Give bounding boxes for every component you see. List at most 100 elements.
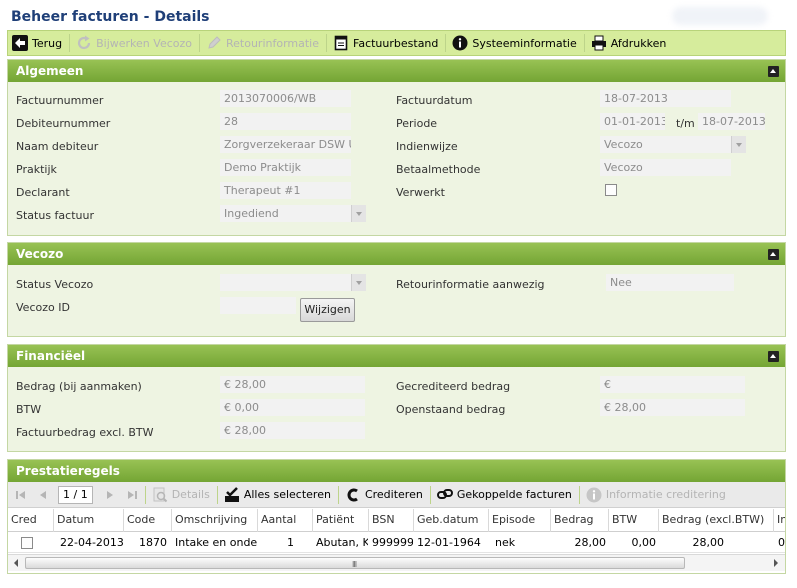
column-header[interactable]: Omschrijving bbox=[171, 509, 257, 532]
details-label: Details bbox=[171, 488, 210, 501]
collapse-icon[interactable] bbox=[768, 249, 779, 260]
informatie-creditering-button[interactable]: Informatie creditering bbox=[582, 483, 731, 507]
table-row[interactable]: 22-04-2013 1870 Intake en onderz 1 Abuta… bbox=[8, 533, 785, 553]
info-icon bbox=[586, 487, 602, 503]
credit-icon bbox=[345, 487, 361, 503]
toolbar: Terug Bijwerken Vecozo Retourinformatie … bbox=[7, 30, 786, 56]
crediteren-button[interactable]: Crediteren bbox=[341, 483, 428, 507]
openstaand-value: 28,00 bbox=[614, 401, 647, 414]
afdrukken-button[interactable]: Afdrukken bbox=[587, 31, 672, 55]
toolbar-divider bbox=[445, 34, 447, 52]
systeeminformatie-button[interactable]: Systeeminformatie bbox=[448, 31, 581, 55]
bedrag-field: € 28,00 bbox=[220, 376, 365, 393]
arrow-left-icon bbox=[12, 35, 28, 51]
gekoppelde-facturen-button[interactable]: Gekoppelde facturen bbox=[433, 483, 577, 507]
periode-from-field: 01-01-2013 bbox=[600, 113, 665, 130]
column-header[interactable]: Aantal bbox=[257, 509, 312, 532]
declarant-label: Declarant bbox=[16, 186, 70, 199]
column-header[interactable]: Geb.datum bbox=[413, 509, 488, 532]
chevron-down-icon bbox=[731, 136, 746, 153]
periode-label: Periode bbox=[396, 117, 438, 130]
wijzigen-button[interactable]: Wijzigen bbox=[300, 298, 355, 322]
periode-to-field: 18-07-2013 bbox=[698, 113, 765, 130]
first-page-icon[interactable] bbox=[12, 486, 30, 504]
algemeen-title: Algemeen bbox=[16, 64, 84, 78]
bijwerken-vecozo-button[interactable]: Bijwerken Vecozo bbox=[72, 31, 197, 55]
openstaand-label: Openstaand bedrag bbox=[396, 403, 506, 416]
column-header[interactable]: BTW bbox=[608, 509, 658, 532]
toolbar-divider bbox=[326, 34, 328, 52]
factuurbestand-label: Factuurbestand bbox=[353, 36, 439, 50]
column-header[interactable]: Bedrag (excl.BTW) bbox=[658, 509, 773, 532]
crediteren-label: Crediteren bbox=[364, 488, 423, 501]
bijwerken-vecozo-label: Bijwerken Vecozo bbox=[96, 36, 192, 50]
toolbar-divider bbox=[337, 485, 339, 504]
retourinformatie-aanwezig-label: Retourinformatie aanwezig bbox=[396, 278, 545, 291]
details-button[interactable]: Details bbox=[148, 483, 215, 507]
table-header: Cred Datum Code Omschrijving Aantal Pati… bbox=[8, 509, 785, 532]
horizontal-scrollbar[interactable]: III bbox=[8, 554, 785, 571]
btw-field: € 0,00 bbox=[220, 399, 365, 416]
scroll-left-icon[interactable] bbox=[9, 556, 24, 570]
user-info-blurred bbox=[672, 7, 768, 25]
retourinformatie-button[interactable]: Retourinformatie bbox=[202, 31, 324, 55]
cell-btw: 0,00 bbox=[631, 536, 657, 549]
page-title: Beheer facturen - Details bbox=[11, 9, 210, 25]
collapse-icon[interactable] bbox=[768, 66, 779, 77]
info-icon bbox=[452, 35, 468, 51]
factuurbestand-button[interactable]: Factuurbestand bbox=[329, 31, 443, 55]
currency-symbol: € bbox=[224, 424, 231, 437]
factuurbedrag-excl-value: 28,00 bbox=[234, 424, 267, 437]
prestatieregels-header: Prestatieregels bbox=[8, 460, 785, 482]
scrollbar-thumb[interactable]: III bbox=[25, 557, 685, 569]
magnifier-icon bbox=[152, 487, 168, 503]
verwerkt-checkbox[interactable] bbox=[605, 184, 617, 196]
column-header[interactable]: Code bbox=[123, 509, 171, 532]
indienwijze-select[interactable]: Vecozo bbox=[600, 136, 746, 153]
systeeminformatie-label: Systeeminformatie bbox=[472, 36, 577, 50]
status-vecozo-label: Status Vecozo bbox=[16, 278, 94, 291]
refresh-icon bbox=[76, 35, 92, 51]
terug-button[interactable]: Terug bbox=[8, 31, 67, 55]
select-all-icon bbox=[224, 486, 240, 503]
column-header[interactable]: Datum bbox=[53, 509, 123, 532]
status-factuur-select[interactable]: Ingediend bbox=[220, 205, 366, 222]
column-header[interactable]: Bedrag bbox=[550, 509, 608, 532]
column-header[interactable]: Episode bbox=[488, 509, 550, 532]
toolbar-divider bbox=[199, 34, 200, 52]
next-page-icon[interactable] bbox=[101, 486, 119, 504]
status-vecozo-select[interactable] bbox=[220, 274, 366, 291]
column-header[interactable]: Cred bbox=[8, 509, 51, 532]
column-header[interactable]: Patiënt bbox=[312, 509, 368, 532]
informatie-creditering-label: Informatie creditering bbox=[605, 488, 726, 501]
gecrediteerd-label: Gecrediteerd bedrag bbox=[396, 380, 511, 393]
link-icon bbox=[436, 487, 453, 503]
factuurbedrag-excl-field: € 28,00 bbox=[220, 422, 365, 439]
currency-symbol: € bbox=[604, 401, 611, 414]
retourinformatie-label: Retourinformatie bbox=[226, 36, 320, 50]
status-factuur-value: Ingediend bbox=[224, 207, 279, 220]
financieel-title: Financiëel bbox=[16, 349, 86, 363]
factuurnummer-field: 2013070006/WB bbox=[220, 90, 351, 107]
vecozo-panel: Vecozo Status Vecozo Vecozo ID Wijzigen … bbox=[7, 242, 786, 337]
cell-gebdatum: 12-01-1964 bbox=[417, 536, 481, 549]
collapse-icon[interactable] bbox=[768, 351, 779, 362]
page-indicator: 1 / 1 bbox=[58, 485, 93, 504]
cell-datum: 22-04-2013 bbox=[60, 536, 124, 549]
cred-checkbox[interactable] bbox=[21, 537, 33, 549]
gecrediteerd-field: € bbox=[600, 376, 745, 393]
toolbar-divider bbox=[429, 485, 431, 504]
verwerkt-label: Verwerkt bbox=[396, 186, 445, 199]
toolbar-divider bbox=[578, 485, 580, 504]
scrollbar-grip: III bbox=[352, 560, 357, 569]
previous-page-icon[interactable] bbox=[34, 486, 52, 504]
column-header[interactable]: BSN bbox=[368, 509, 413, 532]
grid-toolbar: 1 / 1 Details Alles selecteren Creditere… bbox=[8, 482, 785, 508]
column-header[interactable]: In bbox=[773, 509, 785, 532]
cell-bedrag: 28,00 bbox=[574, 536, 607, 549]
scroll-right-icon[interactable] bbox=[768, 556, 783, 570]
vecozo-header: Vecozo bbox=[8, 243, 785, 265]
alles-selecteren-button[interactable]: Alles selecteren bbox=[220, 483, 336, 507]
cell-omschrijving: Intake en onderz bbox=[175, 536, 257, 549]
last-page-icon[interactable] bbox=[123, 486, 141, 504]
